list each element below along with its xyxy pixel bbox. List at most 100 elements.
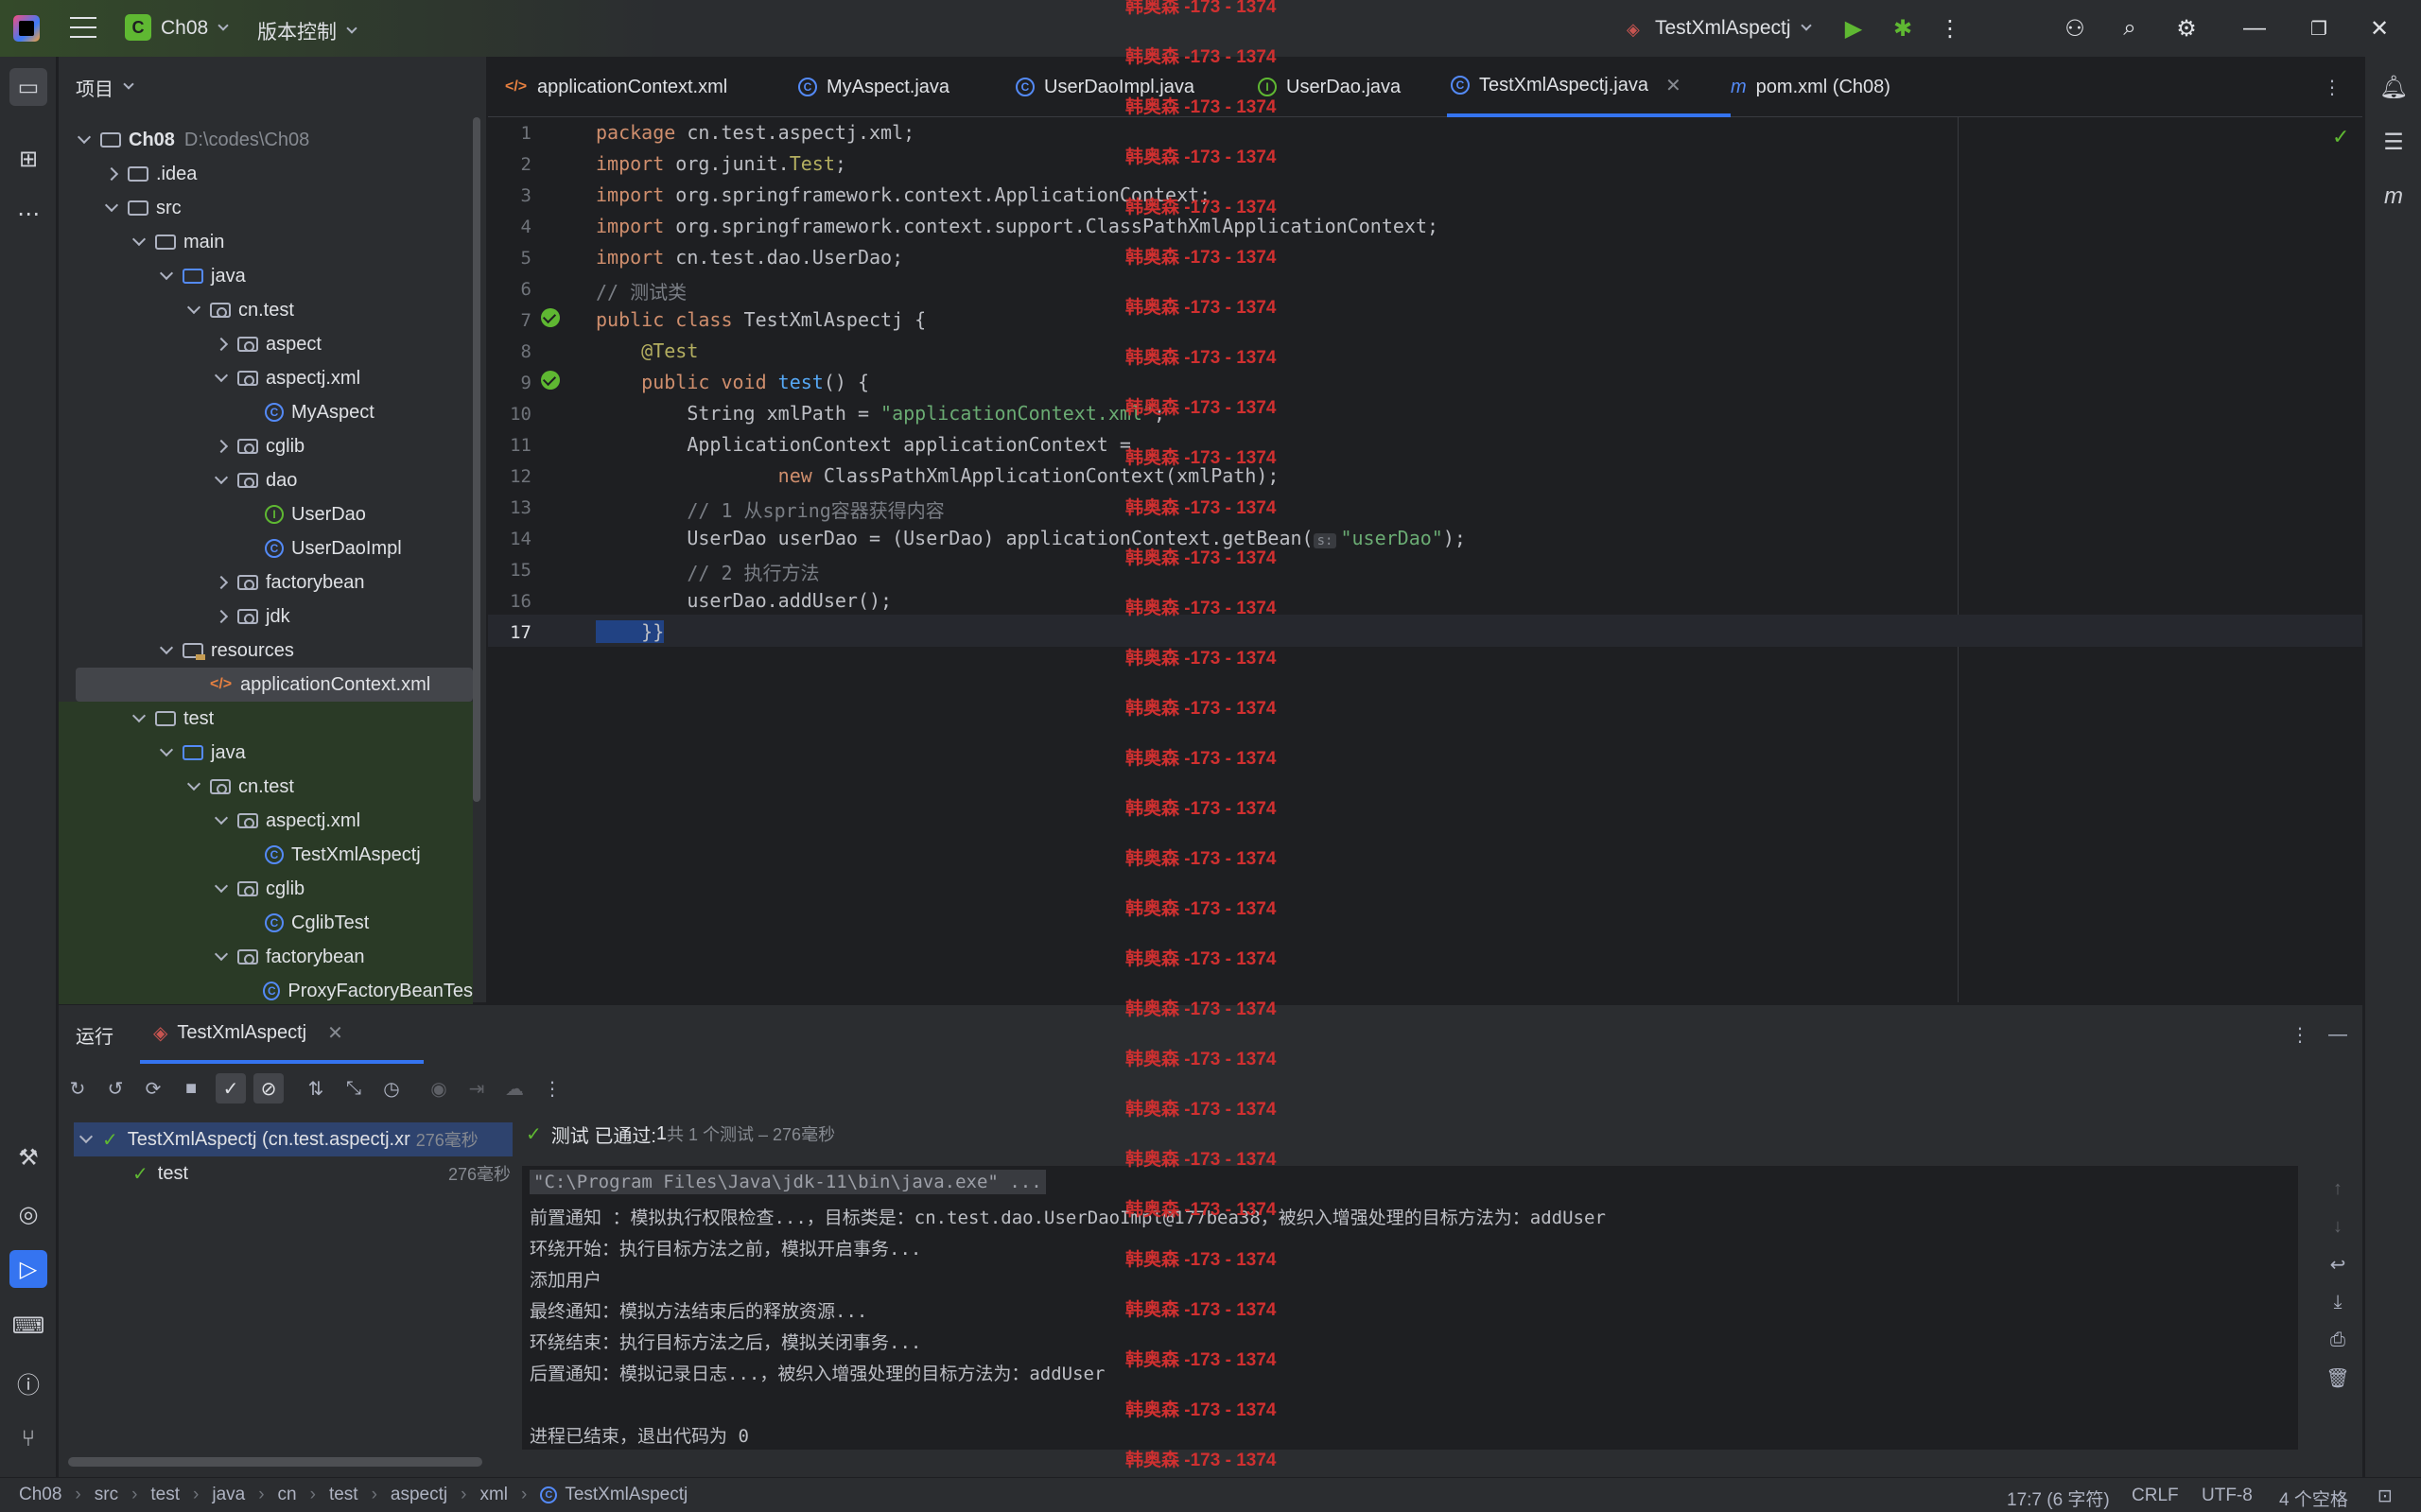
console-scrollbar[interactable]: [2298, 1166, 2309, 1450]
more-actions-icon[interactable]: ⋮: [1935, 13, 1965, 43]
chevron-down-icon[interactable]: [105, 201, 118, 215]
tree-item[interactable]: C ProxyFactoryBeanTes: [59, 974, 473, 1008]
tree-item[interactable]: cn.test: [59, 770, 473, 804]
breadcrumb-item[interactable]: xml: [479, 1485, 508, 1505]
chevron-right-icon[interactable]: [215, 576, 228, 589]
chevron-down-icon[interactable]: [132, 235, 146, 249]
tree-item[interactable]: .idea: [59, 157, 473, 191]
tree-root[interactable]: Ch08 D:\codes\Ch08: [59, 123, 473, 157]
tree-item[interactable]: </> applicationContext.xml: [76, 668, 473, 702]
tree-item[interactable]: aspectj.xml: [59, 804, 473, 838]
chevron-right-icon[interactable]: [215, 440, 228, 453]
run-panel-options-icon[interactable]: ⋮: [2290, 1005, 2309, 1064]
chevron-down-icon[interactable]: [215, 474, 228, 487]
breadcrumb-item[interactable]: src: [95, 1485, 118, 1505]
settings-icon[interactable]: ⚙: [2171, 13, 2202, 43]
tree-item[interactable]: factorybean: [59, 565, 473, 600]
run-config-selector[interactable]: ◈ TestXmlAspectj: [1627, 17, 1812, 40]
tree-item[interactable]: cglib: [59, 429, 473, 463]
tree-item[interactable]: factorybean: [59, 940, 473, 974]
test-tree-scrollbar[interactable]: [68, 1457, 482, 1467]
chevron-down-icon[interactable]: [160, 746, 173, 759]
chevron-down-icon[interactable]: [215, 372, 228, 385]
tab-myaspect-java[interactable]: C MyAspect.java: [798, 57, 949, 117]
tree-item[interactable]: src: [59, 191, 473, 225]
vcs-menu[interactable]: 版本控制: [257, 17, 357, 45]
collapse-icon[interactable]: ⤡: [339, 1073, 369, 1104]
tab-options-icon[interactable]: ⋮: [2323, 57, 2342, 117]
tree-item[interactable]: cn.test: [59, 293, 473, 327]
tree-item[interactable]: C UserDaoImpl: [59, 531, 473, 565]
tree-item[interactable]: test: [59, 702, 473, 736]
chevron-down-icon[interactable]: [187, 304, 200, 317]
run-tool-icon[interactable]: ▷: [9, 1250, 47, 1288]
scroll-down-icon[interactable]: ↓: [2323, 1211, 2353, 1242]
scroll-to-end-icon[interactable]: ⤓: [2323, 1287, 2353, 1317]
project-panel-header[interactable]: 项目: [59, 57, 486, 117]
more-tools-icon[interactable]: ⋯: [9, 195, 47, 233]
tree-item[interactable]: main: [59, 225, 473, 259]
project-scrollbar[interactable]: [473, 117, 480, 802]
tab-userdao-java[interactable]: I UserDao.java: [1258, 57, 1401, 117]
soft-wrap-icon[interactable]: ↩: [2323, 1249, 2353, 1279]
line-separator[interactable]: CRLF: [2132, 1486, 2179, 1506]
hide-panel-icon[interactable]: —: [2328, 1005, 2347, 1064]
breadcrumb-item[interactable]: aspectj: [391, 1485, 447, 1505]
test-tree-child[interactable]: ✓ test 276毫秒: [132, 1156, 511, 1190]
tree-item[interactable]: C MyAspect: [59, 395, 473, 429]
restore-icon[interactable]: ❐: [2304, 13, 2334, 43]
main-menu-icon[interactable]: [70, 17, 96, 40]
close-tab-icon[interactable]: ✕: [327, 1021, 343, 1045]
debug-icon[interactable]: ✱: [1888, 13, 1918, 43]
tab-run[interactable]: 运行: [76, 1005, 113, 1064]
chevron-right-icon[interactable]: [215, 338, 228, 351]
lock-icon[interactable]: ⊡: [2377, 1486, 2393, 1507]
no-problems-check-icon[interactable]: ✓: [2332, 125, 2349, 149]
scroll-up-icon[interactable]: ↑: [2323, 1173, 2353, 1204]
file-encoding[interactable]: UTF-8: [2202, 1486, 2253, 1506]
terminal-tool-icon[interactable]: ⌨: [9, 1307, 47, 1345]
chevron-right-icon[interactable]: [105, 167, 118, 181]
search-icon[interactable]: ⌕: [2115, 13, 2145, 43]
caret-position[interactable]: 17:7 (6 字符): [2007, 1486, 2110, 1511]
close-tab-icon[interactable]: ✕: [1665, 74, 1681, 97]
test-tree-root[interactable]: ✓ TestXmlAspectj (cn.test.aspectj.xr 276…: [74, 1122, 513, 1156]
breadcrumb-item[interactable]: Ch08: [19, 1485, 61, 1505]
build-tool-icon[interactable]: ⚒: [9, 1138, 47, 1176]
project-tool-icon[interactable]: ▭: [9, 68, 47, 106]
import-icon[interactable]: ☁: [499, 1073, 530, 1104]
history-icon[interactable]: ◷: [376, 1073, 407, 1104]
run-test-class-icon[interactable]: [541, 308, 560, 327]
tab-applicationcontext-xml[interactable]: </> applicationContext.xml: [505, 57, 727, 117]
tree-item[interactable]: jdk: [59, 600, 473, 634]
code-editor[interactable]: ✓ 1 2 3 4 5 6 7 8 9 10 11 12 13 14 15 16 17 package cn.t…: [488, 117, 2362, 1002]
show-ignored-icon[interactable]: ⊘: [253, 1073, 284, 1104]
breadcrumb-item[interactable]: java: [212, 1485, 245, 1505]
notifications-icon[interactable]: 🔔︎: [2375, 68, 2412, 106]
tree-item[interactable]: aspectj.xml: [59, 361, 473, 395]
clear-console-icon[interactable]: 🗑︎: [2323, 1363, 2353, 1393]
tree-item[interactable]: dao: [59, 463, 473, 497]
project-badge[interactable]: C: [125, 14, 151, 41]
chevron-down-icon[interactable]: [215, 814, 228, 827]
tree-item[interactable]: java: [59, 259, 473, 293]
database-icon[interactable]: ☰: [2375, 123, 2412, 161]
show-passed-icon[interactable]: ✓: [216, 1073, 246, 1104]
chevron-down-icon[interactable]: [187, 780, 200, 793]
chevron-right-icon[interactable]: [215, 610, 228, 623]
indent-setting[interactable]: 4 个空格: [2279, 1486, 2348, 1511]
export-icon[interactable]: ⇥: [462, 1073, 492, 1104]
tab-testxmlaspectj-java[interactable]: C TestXmlAspectj.java ✕: [1447, 57, 1731, 117]
chevron-down-icon[interactable]: [132, 712, 146, 725]
tab-pom-xml[interactable]: m pom.xml (Ch08): [1731, 57, 1890, 117]
tree-item[interactable]: I UserDao: [59, 497, 473, 531]
toggle-autotest-icon[interactable]: ⟳: [138, 1073, 168, 1104]
problems-tool-icon[interactable]: ⓘ: [9, 1364, 47, 1401]
chevron-down-icon[interactable]: [215, 950, 228, 964]
breadcrumb-item[interactable]: cn: [278, 1485, 297, 1505]
tree-item[interactable]: C CglibTest: [59, 906, 473, 940]
tree-item[interactable]: aspect: [59, 327, 473, 361]
rerun-failed-icon[interactable]: ↺: [100, 1073, 131, 1104]
chevron-down-icon[interactable]: [160, 644, 173, 657]
stop-icon[interactable]: ■: [176, 1073, 206, 1104]
